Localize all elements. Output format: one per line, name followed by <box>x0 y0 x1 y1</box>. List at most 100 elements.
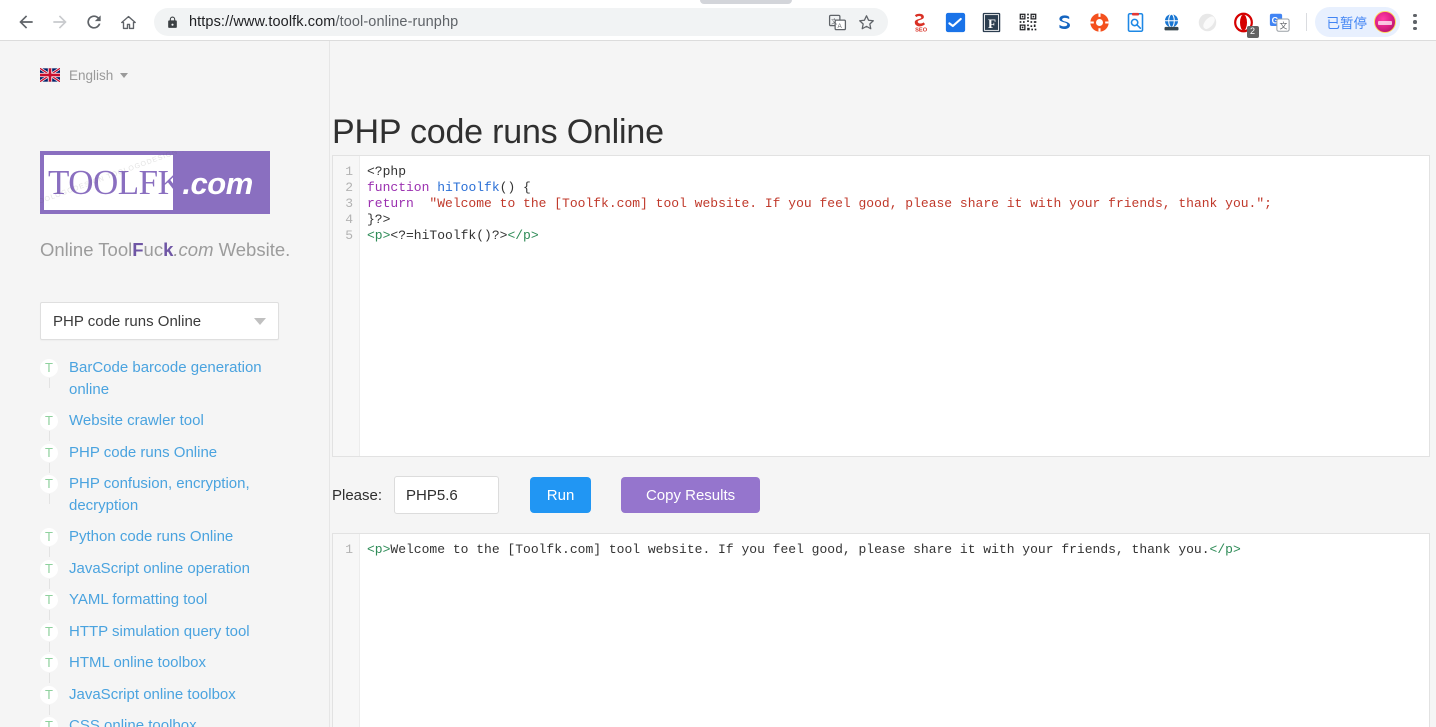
opera-extension-icon[interactable]: 2 <box>1230 8 1258 36</box>
site-logo[interactable]: TOOLFK.com TOOLOGODESIGN TOOLOGODESIGN T… <box>40 151 270 214</box>
chrome-menu-button[interactable] <box>1402 8 1428 36</box>
sogou-extension-icon[interactable] <box>1050 8 1078 36</box>
tool-t-icon: T <box>40 686 58 704</box>
seo-extension-icon[interactable]: SEO <box>906 8 934 36</box>
back-button[interactable] <box>12 8 40 36</box>
sidebar-item[interactable]: T JavaScript online toolbox <box>40 684 306 706</box>
php-version-input[interactable]: PHP5.6 <box>394 476 499 514</box>
sidebar-item-label: HTML online toolbox <box>69 652 206 674</box>
page-content: English TOOLFK.com TOOLOGODESIGN TOOLOGO… <box>0 41 1436 727</box>
google-translate-extension-icon[interactable]: G文 <box>1266 8 1294 36</box>
logo-word-secondary: .com <box>182 166 252 201</box>
opera-extension-badge: 2 <box>1247 26 1259 38</box>
menu-dot <box>1413 20 1417 24</box>
forward-button[interactable] <box>46 8 74 36</box>
sidebar-item[interactable]: T PHP code runs Online <box>40 442 306 464</box>
main-content: PHP code runs Online PHP sandbox, PHP on… <box>331 41 1436 727</box>
page-title: PHP code runs Online <box>332 113 664 152</box>
sidebar-item[interactable]: T JavaScript online operation <box>40 558 306 580</box>
sidebar-item[interactable]: T BarCode barcode generation online <box>40 357 306 400</box>
editor-line-numbers: 1 2 3 4 5 <box>333 156 359 244</box>
profile-status-label: 已暂停 <box>1327 12 1368 32</box>
sidebar-item[interactable]: T YAML formatting tool <box>40 589 306 611</box>
sidebar-item-label: JavaScript online toolbox <box>69 684 236 706</box>
svg-text:文: 文 <box>1280 20 1288 30</box>
code-editor[interactable]: 1 2 3 4 5 <?php function hiToolfk() { re… <box>332 155 1430 457</box>
logo-text: TOOLFK.com <box>40 163 253 203</box>
tool-t-icon: T <box>40 560 58 578</box>
browser-nav-bar: https://www.toolfk.com/tool-online-runph… <box>0 4 1436 40</box>
tool-t-icon: T <box>40 444 58 462</box>
sidebar-item-label: JavaScript online operation <box>69 558 250 580</box>
url-path: /tool-online-runphp <box>335 14 458 30</box>
tool-select-dropdown[interactable]: PHP code runs Online <box>40 302 279 340</box>
tool-t-icon: T <box>40 717 58 727</box>
avatar[interactable] <box>1374 11 1396 33</box>
please-label: Please: <box>332 487 382 504</box>
tagline-italic: .com <box>173 239 213 260</box>
tool-t-icon: T <box>40 475 58 493</box>
browser-chrome: https://www.toolfk.com/tool-online-runph… <box>0 0 1436 41</box>
clipboard-search-extension-icon[interactable] <box>1122 8 1150 36</box>
qrcode-extension-icon[interactable] <box>1014 8 1042 36</box>
site-tagline: Online ToolFuck.com Website. <box>40 239 290 261</box>
editor-code-body[interactable]: <?php function hiToolfk() { return "Welc… <box>361 156 1429 456</box>
sidebar-item[interactable]: T PHP confusion, encryption, decryption <box>40 473 306 516</box>
php-version-value: PHP5.6 <box>406 487 458 504</box>
sidebar-item-label: HTTP simulation query tool <box>69 621 250 643</box>
tool-t-icon: T <box>40 623 58 641</box>
sidebar-item[interactable]: T HTML online toolbox <box>40 652 306 674</box>
copy-results-button[interactable]: Copy Results <box>621 477 760 513</box>
tagline-bold-f: F <box>132 239 143 260</box>
sidebar-item[interactable]: T Website crawler tool <box>40 410 306 432</box>
output-gutter: 1 <box>333 534 360 727</box>
output-line-numbers: 1 <box>333 534 359 558</box>
sidebar-item-label: PHP code runs Online <box>69 442 217 464</box>
output-panel[interactable]: 1 <p>Welcome to the [Toolfk.com] tool we… <box>332 533 1430 727</box>
tagline-bold-k: k <box>163 239 173 260</box>
tagline-mid: uc <box>144 239 164 260</box>
editor-gutter: 1 2 3 4 5 <box>333 156 360 456</box>
grayscale-extension-icon[interactable] <box>1194 8 1222 36</box>
globe-extension-icon[interactable] <box>1158 8 1186 36</box>
sidebar-item[interactable]: TPython code runs Online <box>40 526 306 548</box>
bookmark-star-icon[interactable] <box>857 13 876 32</box>
uk-flag-icon <box>40 68 60 82</box>
language-selector[interactable]: English <box>40 65 128 85</box>
run-button[interactable]: Run <box>530 477 591 513</box>
tool-t-icon: T <box>40 359 58 377</box>
chevron-down-icon <box>254 318 266 325</box>
reload-button[interactable] <box>80 8 108 36</box>
tool-t-icon: T <box>40 654 58 672</box>
url-host: https://www.toolfk.com <box>189 14 335 30</box>
logo-word-primary: TOOLFK <box>48 163 182 202</box>
address-bar-url: https://www.toolfk.com/tool-online-runph… <box>189 14 458 30</box>
sidebar-item-label: Website crawler tool <box>69 410 204 432</box>
sidebar: English TOOLFK.com TOOLOGODESIGN TOOLOGO… <box>0 41 330 727</box>
lock-icon <box>166 15 179 30</box>
svg-text:F: F <box>988 15 996 30</box>
address-bar[interactable]: https://www.toolfk.com/tool-online-runph… <box>154 8 888 36</box>
tagline-prefix: Online Tool <box>40 239 132 260</box>
chevron-down-icon <box>120 73 128 78</box>
lifebuoy-extension-icon[interactable] <box>1086 8 1114 36</box>
tool-select-value: PHP code runs Online <box>53 313 254 330</box>
sidebar-item-label: YAML formatting tool <box>69 589 207 611</box>
sidebar-item[interactable]: T HTTP simulation query tool <box>40 621 306 643</box>
tool-t-icon: T <box>40 412 58 430</box>
checkmark-extension-icon[interactable] <box>942 8 970 36</box>
sidebar-item-label: BarCode barcode generation online <box>69 357 265 400</box>
output-code-body[interactable]: <p>Welcome to the [Toolfk.com] tool webs… <box>361 534 1429 727</box>
fonts-extension-icon[interactable]: F <box>978 8 1006 36</box>
menu-dot <box>1413 14 1417 18</box>
sidebar-item[interactable]: TCSS online toolbox <box>40 715 306 727</box>
controls-row: Please: PHP5.6 Run Copy Results <box>331 475 1429 515</box>
profile-chip[interactable]: 已暂停 <box>1315 7 1401 37</box>
toolbar-divider <box>1306 13 1307 31</box>
home-button[interactable] <box>114 8 142 36</box>
tagline-suffix: Website. <box>213 239 290 260</box>
tool-t-icon: T <box>40 591 58 609</box>
sidebar-item-label: PHP confusion, encryption, decryption <box>69 473 265 516</box>
translate-icon[interactable]: 文A <box>828 13 847 32</box>
tool-t-icon: T <box>40 528 58 546</box>
